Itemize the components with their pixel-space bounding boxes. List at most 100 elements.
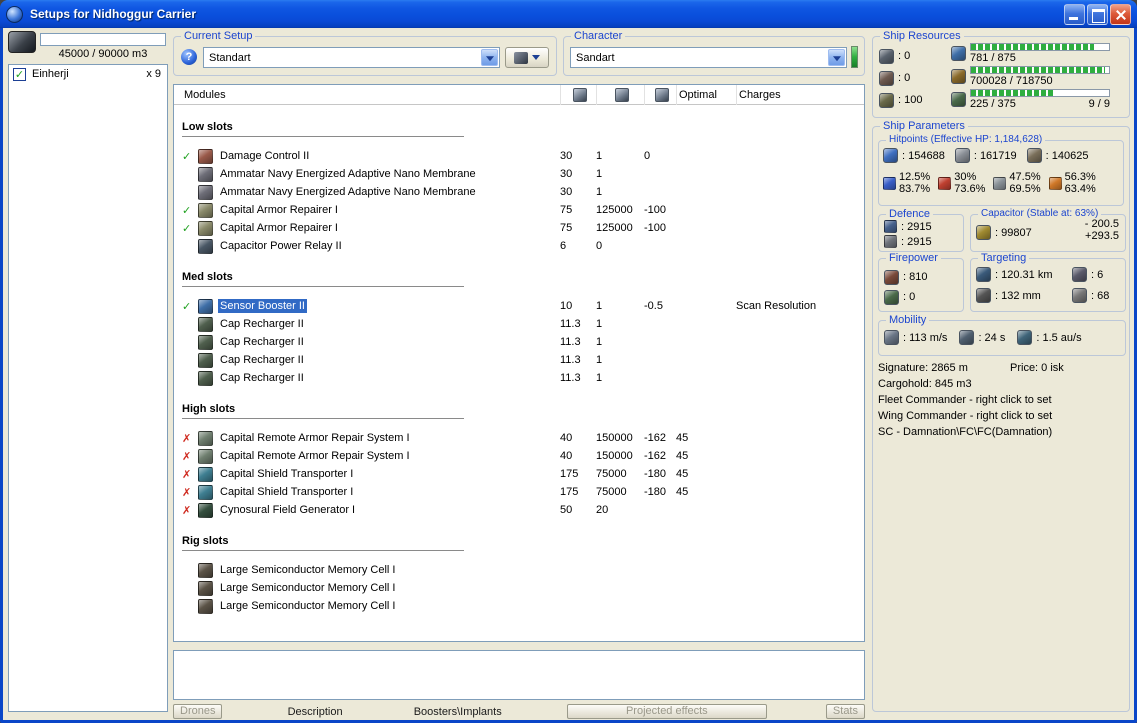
- setup-dropdown-icon[interactable]: [481, 49, 498, 66]
- dronebay-value: 225 / 375: [970, 98, 1016, 110]
- resist-cell-explosive: 56.3% 63.4%: [1048, 171, 1096, 195]
- setup-value: Standart: [209, 51, 251, 64]
- module-row[interactable]: ✓ Capital Armor Repairer I 75 125000 -100: [174, 219, 864, 237]
- status-error-icon: ✗: [182, 468, 192, 481]
- module-powergrid: 1: [596, 318, 603, 330]
- scan-resolution-icon: [976, 288, 991, 303]
- module-optimal: 45: [676, 432, 689, 444]
- turret-hardpoints-icon: [879, 48, 894, 64]
- cargo-bar: [40, 33, 166, 46]
- module-row[interactable]: Cap Recharger II 11.3 1: [174, 369, 864, 387]
- module-row[interactable]: ✓ Sensor Booster II 10 1 -0.5 Scan Resolution: [174, 297, 864, 315]
- module-row[interactable]: ✗ Capital Remote Armor Repair System I 40 1…: [174, 429, 864, 447]
- module-optimal: 45: [676, 486, 689, 498]
- cyno-generator-icon: [198, 502, 213, 518]
- powergrid-bar: [970, 66, 1110, 74]
- ship-list-item[interactable]: ✓ Einherji x 9: [9, 65, 167, 83]
- ship-list: ✓ Einherji x 9: [8, 64, 168, 712]
- module-row[interactable]: Capacitor Power Relay II 6 0: [174, 237, 864, 255]
- sensor-strength-value: : 68: [1091, 289, 1110, 302]
- fleet-commander-text[interactable]: Fleet Commander - right click to set: [878, 394, 1052, 406]
- remote-armor-repair-icon: [198, 430, 213, 446]
- ship-checkbox[interactable]: ✓: [13, 67, 26, 81]
- module-row[interactable]: Ammatar Navy Energized Adaptive Nano Mem…: [174, 165, 864, 183]
- module-row[interactable]: ✗ Capital Shield Transporter I 175 75000 -18…: [174, 483, 864, 501]
- setup-combobox[interactable]: Standart: [203, 47, 500, 68]
- tab-projected-effects[interactable]: Projected effects: [566, 704, 767, 719]
- module-row[interactable]: Large Semiconductor Memory Cell I: [174, 561, 864, 579]
- kinetic-resist-icon: [993, 176, 1007, 190]
- module-section: Rig slots Large Semiconductor Memory Cell…: [174, 535, 864, 615]
- module-row[interactable]: ✗ Cynosural Field Generator I 50 20: [174, 501, 864, 519]
- module-row[interactable]: Large Semiconductor Memory Cell I: [174, 597, 864, 615]
- module-row[interactable]: Cap Recharger II 11.3 1: [174, 315, 864, 333]
- rig-icon: [198, 562, 213, 578]
- speed-value: : 113 m/s: [903, 331, 948, 344]
- help-icon[interactable]: ?: [181, 49, 197, 65]
- ship-menu-button[interactable]: [505, 47, 549, 68]
- resist-bottom-value: 83.7%: [899, 183, 931, 195]
- maximize-button[interactable]: [1087, 3, 1108, 25]
- tab-description[interactable]: Description: [282, 706, 349, 718]
- module-row[interactable]: ✓ Capital Armor Repairer I 75 125000 -100: [174, 201, 864, 219]
- module-row[interactable]: Ammatar Navy Energized Adaptive Nano Mem…: [174, 183, 864, 201]
- shield-hp-icon: [883, 148, 898, 163]
- status-ok-icon: ✓: [182, 300, 192, 313]
- module-powergrid: 1: [596, 354, 603, 366]
- max-targets-icon: [1072, 267, 1087, 282]
- module-row[interactable]: Cap Recharger II 11.3 1: [174, 333, 864, 351]
- cap-recharger-icon: [198, 334, 213, 350]
- resist-cell-thermal: 30% 73.6%: [938, 171, 985, 195]
- status-ok-icon: ✓: [182, 204, 192, 217]
- armor-defence-icon: [884, 235, 897, 248]
- tab-boosters-implants[interactable]: Boosters\Implants: [408, 706, 508, 718]
- module-row[interactable]: ✓ Damage Control II 30 1 0: [174, 147, 864, 165]
- module-cpu: 175: [560, 468, 579, 480]
- module-cpu: 75: [560, 222, 573, 234]
- module-powergrid: 150000: [596, 450, 633, 462]
- module-cpu: 11.3: [560, 354, 581, 366]
- tab-stats[interactable]: Stats: [825, 704, 865, 719]
- dronebay-bar: [970, 89, 1110, 97]
- ship-count: x 9: [146, 68, 161, 80]
- section-title: Rig slots: [182, 535, 464, 551]
- squad-commander-text[interactable]: SC - Damnation\FC\FC(Damnation): [878, 426, 1052, 438]
- character-combobox[interactable]: Sandart: [570, 47, 847, 68]
- em-resist-icon: [883, 176, 896, 190]
- bottom-tabs: Drones Description Boosters\Implants Projec…: [173, 703, 865, 720]
- module-row[interactable]: Cap Recharger II 11.3 1: [174, 351, 864, 369]
- close-button[interactable]: [1110, 3, 1131, 25]
- module-name: Cap Recharger II: [220, 372, 304, 384]
- cargohold-text: Cargohold: 845 m3: [878, 378, 972, 390]
- character-status-indicator: [851, 46, 858, 68]
- module-powergrid: 0: [596, 240, 603, 252]
- minimize-button[interactable]: [1064, 3, 1085, 25]
- tab-drones[interactable]: Drones: [173, 704, 223, 719]
- status-error-icon: ✗: [182, 432, 192, 445]
- powergrid-column-icon: [596, 85, 644, 105]
- drone-dps-value: : 0: [903, 291, 916, 303]
- drones-count: 9 / 9: [1088, 98, 1110, 110]
- module-powergrid: 20: [596, 504, 609, 516]
- module-powergrid: 1: [596, 168, 603, 180]
- ship-resources-group: Ship Resources : 0 : 0 : 100 781 / 875 7…: [872, 30, 1130, 118]
- rig-icon: [198, 580, 213, 596]
- module-row[interactable]: Large Semiconductor Memory Cell I: [174, 579, 864, 597]
- module-cap: -100: [644, 204, 667, 216]
- align-time-value: : 24 s: [978, 331, 1006, 344]
- wing-commander-text[interactable]: Wing Commander - right click to set: [878, 410, 1052, 422]
- module-row[interactable]: ✗ Capital Shield Transporter I 175 75000 -18…: [174, 465, 864, 483]
- character-dropdown-icon[interactable]: [828, 49, 845, 66]
- turret-dps-value: : 810: [903, 271, 928, 283]
- mobility-label: Mobility: [886, 314, 930, 326]
- module-cap: -180: [644, 468, 667, 480]
- resist-values: 30% 73.6%: [954, 171, 985, 195]
- module-row[interactable]: ✗ Capital Remote Armor Repair System I 40 1…: [174, 447, 864, 465]
- capacitor-recharge: +293.5: [1085, 230, 1119, 242]
- module-name: Capital Remote Armor Repair System I: [220, 450, 410, 462]
- cpu-column-icon: [560, 85, 596, 105]
- capacitor-usage: - 200.5: [1084, 218, 1119, 230]
- app-window: Setups for Nidhoggur Carrier 45000 / 900…: [0, 0, 1137, 723]
- module-cpu: 40: [560, 450, 573, 462]
- module-name: Ammatar Navy Energized Adaptive Nano Mem…: [220, 186, 476, 198]
